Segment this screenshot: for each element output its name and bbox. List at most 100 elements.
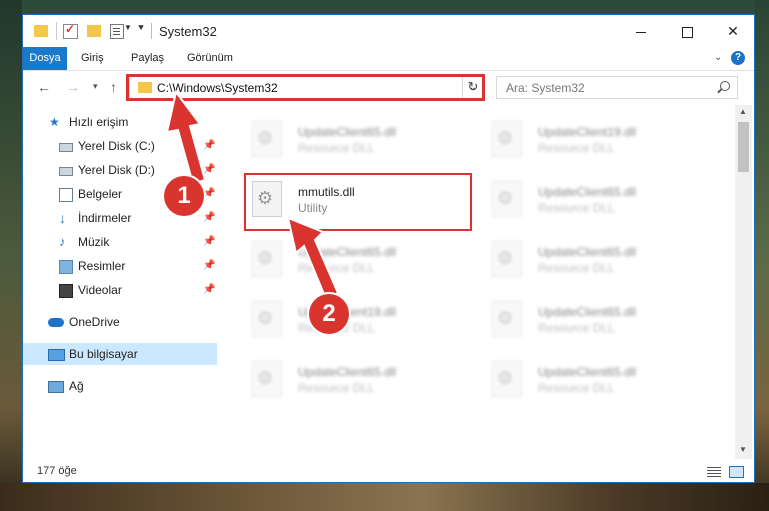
video-icon [59,284,73,298]
item-count: 177 öğe [37,465,77,477]
network-icon [48,381,64,393]
file-name: UpdateClient65.dll [538,365,637,379]
sidebar-item-onedrive[interactable]: OneDrive [23,311,217,333]
sidebar-item-label: Resimler [78,259,126,273]
search-placeholder: Ara: System32 [506,81,585,95]
status-bar: 177 öğe [23,461,754,482]
up-arrow-icon[interactable]: ↑ [110,79,117,95]
file-name: UpdateClient65.dll [538,245,637,259]
file-item[interactable]: UpdateClient65.dll Resource DLL [470,353,700,409]
tab-paylas[interactable]: Paylaş [131,47,164,70]
sidebar-item-videos[interactable]: Videolar 📌 [23,279,217,301]
sidebar-item-label: Hızlı erişim [69,115,129,129]
pin-icon[interactable]: 📌 [203,188,215,199]
sidebar-item-label: Müzik [78,235,110,249]
pin-icon[interactable]: 📌 [203,260,215,271]
maximize-button[interactable] [664,15,710,47]
scroll-up-icon[interactable]: ▲ [739,107,747,116]
folder-icon [34,25,48,37]
search-input[interactable]: Ara: System32 [496,76,738,99]
file-type: Resource DLL [538,141,615,155]
pin-icon[interactable]: 📌 [203,140,215,151]
file-item[interactable]: UpdateClient65.dll Resource DLL [470,173,700,229]
dll-file-icon [492,301,522,337]
search-icon[interactable] [720,81,730,91]
tab-giris[interactable]: Giriş [81,47,104,70]
dll-file-icon [492,121,522,157]
dll-file-icon [252,121,282,157]
sidebar-item-label: Yerel Disk (D:) [78,163,155,177]
customize-toolbar-icon[interactable]: ⯆ [137,23,145,39]
file-item[interactable]: UpdateClient65.dll Resource DLL [230,113,460,169]
file-type: Resource DLL [298,261,375,275]
sidebar-item-network[interactable]: Ağ [23,375,217,397]
toolbar-divider [151,23,152,39]
close-button[interactable]: ✕ [710,15,754,47]
help-icon[interactable]: ? [731,51,745,65]
details-view-icon[interactable] [707,466,721,477]
file-item[interactable]: UpdateClient65.dll Resource DLL [230,353,460,409]
pin-icon[interactable]: 📌 [203,284,215,295]
file-item[interactable]: UpdateClient19.dll Resource DLL [470,113,700,169]
scrollbar-thumb[interactable] [738,122,749,172]
sidebar-item-pictures[interactable]: Resimler 📌 [23,255,217,277]
recent-locations-chevron-icon[interactable]: ▾ [93,81,98,92]
dll-file-icon [492,241,522,277]
toolbar-divider [56,22,57,40]
cloud-icon [48,318,64,327]
sidebar-item-music[interactable]: ♪ Müzik 📌 [23,231,217,253]
step-1-badge: 1 [164,176,204,216]
desktop-background-bottom [0,483,769,511]
maximize-icon [681,26,693,38]
title-bar: ▼ ⯆ System32 ✕ [23,15,754,47]
picture-icon [59,260,73,274]
pin-icon[interactable]: 📌 [203,164,215,175]
dll-file-icon [492,361,522,397]
chevron-down-icon[interactable]: ▼ [124,23,132,39]
sidebar-item-label: Belgeler [78,187,123,201]
large-icons-view-icon[interactable] [729,466,744,478]
back-arrow-icon[interactable]: ← [37,79,51,95]
file-item[interactable]: UpdateClient65.dll Resource DLL [470,293,700,349]
tab-dosya[interactable]: Dosya [23,47,67,70]
dll-file-icon [252,301,282,337]
pin-icon[interactable]: 📌 [203,236,215,247]
minimize-icon [636,31,646,33]
file-item[interactable]: UpdateClient65.dll Resource DLL [470,233,700,289]
file-type: Resource DLL [298,141,375,155]
file-type: Resource DLL [538,201,615,215]
navigation-bar: ← → ▾ ↑ C:\Windows\System32 ⌄ ↻ Ara: Sys… [23,71,754,105]
file-type: Resource DLL [538,321,615,335]
sidebar-item-local-disk-c[interactable]: Yerel Disk (C:) 📌 [23,135,217,157]
scroll-down-icon[interactable]: ▼ [739,445,747,454]
vertical-scrollbar[interactable]: ▲ ▼ [735,105,752,459]
file-name: UpdateClient65.dll [298,365,397,379]
star-icon: ★ [49,115,60,129]
file-type: Resource DLL [538,261,615,275]
sidebar-item-quick-access[interactable]: ★ Hızlı erişim [23,111,217,133]
window-title: System32 [159,24,217,39]
desktop-background-left [0,0,22,511]
sidebar-item-label: Yerel Disk (C:) [78,139,155,153]
pin-icon[interactable]: 📌 [203,212,215,223]
sidebar-item-this-pc[interactable]: Bu bilgisayar [23,343,217,365]
rename-icon[interactable] [110,24,124,39]
properties-check-icon[interactable] [63,22,78,39]
file-type: Resource DLL [538,381,615,395]
file-item[interactable]: UpdateClient65.dll Resource DLL [230,233,460,289]
expand-ribbon-chevron-icon[interactable]: ⌄ [714,52,722,63]
dll-file-icon [492,181,522,217]
drive-icon [59,143,73,152]
dll-file-icon [252,241,282,277]
file-type: Resource DLL [298,381,375,395]
file-highlight-box [244,173,472,231]
forward-arrow-icon[interactable]: → [66,79,80,95]
tab-gorunum[interactable]: Görünüm [187,47,233,70]
sidebar-item-label: Bu bilgisayar [69,347,138,361]
dll-file-icon [252,361,282,397]
new-folder-icon[interactable] [87,25,101,37]
desktop-background-right [755,0,769,511]
minimize-button[interactable] [618,15,664,47]
file-name: UpdateClient65.dll [298,245,397,259]
file-name: UpdateClient19.dll [538,125,637,139]
